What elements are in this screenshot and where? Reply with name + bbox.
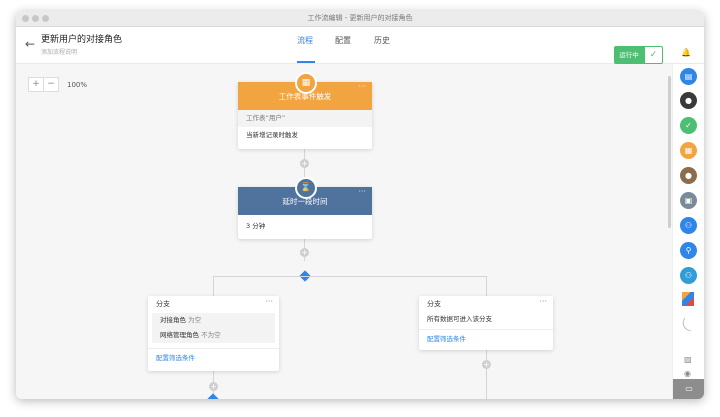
add-node-button[interactable]: + bbox=[300, 159, 309, 168]
condition-field: 网络管理角色 bbox=[160, 331, 199, 339]
colorful-app-icon[interactable] bbox=[682, 292, 694, 306]
more-icon[interactable]: ··· bbox=[265, 293, 273, 310]
team-icon[interactable]: ⚇ bbox=[680, 267, 697, 284]
tab-flow[interactable]: 流程 bbox=[297, 35, 313, 46]
add-branch-button[interactable] bbox=[207, 393, 219, 399]
more-icon[interactable]: ··· bbox=[358, 72, 366, 102]
condition-operator: 为空 bbox=[188, 316, 202, 324]
branch-node-header: 分支 ··· bbox=[419, 296, 553, 313]
branch-title: 分支 bbox=[156, 300, 170, 308]
page-title[interactable]: 更新用户的对接角色 bbox=[41, 32, 122, 45]
org-chart-icon[interactable]: ⚲ bbox=[680, 242, 697, 259]
window-title: 工作流编辑 - 更新用户的对接角色 bbox=[307, 14, 413, 22]
flow-canvas: + − 100% + + + + 工作表事件触发 ··· 工作表“用户” 当新增… bbox=[16, 64, 672, 399]
more-icon[interactable]: ··· bbox=[358, 177, 366, 207]
tab-history[interactable]: 历史 bbox=[374, 35, 390, 46]
run-status-button[interactable]: 运行中 bbox=[614, 46, 644, 64]
avatar-icon[interactable]: ● bbox=[680, 167, 697, 184]
branch-conditions: 对接角色 为空 网络管理角色 不为空 bbox=[148, 313, 279, 343]
condition-field: 对接角色 bbox=[160, 316, 186, 324]
branch-node-left[interactable]: 分支 ··· 对接角色 为空 网络管理角色 不为空 配置筛选条件 bbox=[148, 296, 279, 371]
bell-icon[interactable]: 🔔 bbox=[681, 48, 691, 57]
add-node-button[interactable]: + bbox=[482, 360, 491, 369]
arrow-left-icon[interactable]: ← bbox=[25, 37, 35, 51]
title-bar: 工作流编辑 - 更新用户的对接角色 bbox=[16, 11, 704, 27]
hourglass-icon: ⌛ bbox=[295, 177, 317, 199]
trigger-node-condition: 当新增记录时触发 bbox=[246, 131, 298, 139]
trigger-node-table: 工作表“用户” bbox=[238, 110, 372, 127]
right-sidebar: ▤ ● ✓ ▦ ● ▣ ⚇ ⚲ ⚇ ▨ ◉ ▭ bbox=[672, 64, 704, 399]
workflow-header: ← 更新用户的对接角色 添加流程说明 流程 配置 历史 运行中 ✓ 🔔 bbox=[16, 27, 704, 64]
group-icon[interactable]: ⚇ bbox=[680, 217, 697, 234]
configure-filter-link[interactable]: 配置筛选条件 bbox=[419, 329, 553, 348]
page-subtitle[interactable]: 添加流程说明 bbox=[41, 47, 77, 56]
add-node-button[interactable]: + bbox=[300, 248, 309, 257]
branch-condition: 网络管理角色 不为空 bbox=[152, 328, 275, 343]
zoom-controls: + − 100% bbox=[28, 77, 87, 92]
condition-operator: 不为空 bbox=[201, 331, 221, 339]
app-window: 工作流编辑 - 更新用户的对接角色 ← 更新用户的对接角色 添加流程说明 流程 … bbox=[16, 11, 704, 399]
configure-filter-link[interactable]: 配置筛选条件 bbox=[148, 348, 279, 367]
settings-icon[interactable]: ◉ bbox=[684, 369, 691, 378]
check-circle-icon[interactable]: ✓ bbox=[680, 117, 697, 134]
zoom-out-button[interactable]: − bbox=[44, 77, 59, 92]
zoom-level: 100% bbox=[67, 80, 88, 89]
more-icon[interactable]: ··· bbox=[539, 293, 547, 310]
avatar-icon[interactable]: ● bbox=[680, 92, 697, 109]
branch-condition: 所有数据可进入该分支 bbox=[427, 315, 492, 323]
curve-icon[interactable] bbox=[680, 317, 695, 332]
branch-condition: 对接角色 为空 bbox=[152, 313, 275, 328]
image-icon[interactable]: ▨ bbox=[684, 355, 692, 364]
tab-config[interactable]: 配置 bbox=[335, 35, 351, 46]
apps-icon[interactable]: ▦ bbox=[680, 142, 697, 159]
branch-node-right[interactable]: 分支 ··· 所有数据可进入该分支 配置筛选条件 bbox=[419, 296, 553, 350]
branch-title: 分支 bbox=[427, 300, 441, 308]
check-icon[interactable]: ✓ bbox=[644, 46, 663, 64]
add-node-button[interactable]: + bbox=[209, 382, 218, 391]
active-tab-indicator bbox=[297, 61, 315, 63]
table-grid-icon: ▦ bbox=[295, 72, 317, 94]
zoom-in-button[interactable]: + bbox=[28, 77, 44, 92]
branch-line bbox=[213, 276, 487, 277]
panel-toggle-icon[interactable]: ▭ bbox=[673, 379, 704, 399]
chat-icon[interactable]: ▤ bbox=[680, 68, 697, 85]
briefcase-icon[interactable]: ▣ bbox=[680, 192, 697, 209]
vertical-scrollbar[interactable] bbox=[668, 76, 671, 228]
delay-node-value: 3 分钟 bbox=[246, 222, 266, 230]
branch-node-header: 分支 ··· bbox=[148, 296, 279, 313]
